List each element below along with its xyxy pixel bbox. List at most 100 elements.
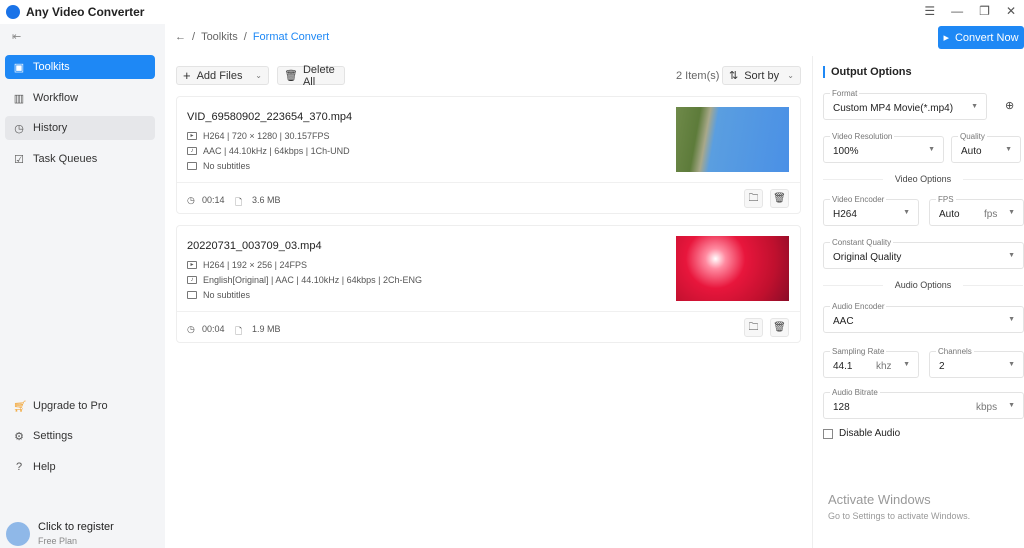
disable-audio-checkbox[interactable]: Disable Audio (823, 428, 900, 439)
minimize-icon[interactable]: — (951, 4, 963, 18)
sidebar-item-help[interactable]: ? Help (5, 455, 155, 479)
close-icon[interactable]: ✕ (1006, 4, 1016, 18)
breadcrumb-toolkits[interactable]: Toolkits (201, 31, 238, 43)
sidebar-item-workflow[interactable]: ▥ Workflow (5, 86, 155, 110)
nav-label: Upgrade to Pro (33, 400, 108, 412)
field-label: Constant Quality (830, 238, 894, 247)
channels-select[interactable]: Channels 2 ▼ (929, 347, 1024, 378)
video-info: ▸ H264 | 720 × 1280 | 30.157FPS (187, 131, 330, 141)
register-link[interactable]: Click to register (38, 521, 114, 533)
plan-label: Free Plan (38, 536, 78, 546)
nav-label: Task Queues (33, 153, 98, 165)
panel-title: Output Options (823, 66, 912, 78)
breadcrumb: ← / Toolkits / Format Convert (175, 31, 329, 43)
video-thumbnail[interactable] (676, 236, 789, 301)
history-icon: ◷ (14, 122, 24, 135)
file-size: 3.6 MB (252, 195, 281, 205)
field-label: Sampling Rate (830, 347, 887, 356)
sort-label: Sort by (744, 69, 780, 82)
nav-label: Toolkits (33, 61, 70, 73)
sort-by-button[interactable]: ⇅ Sort by ⌄ (722, 66, 801, 85)
task-queue-icon: ☑ (14, 153, 24, 166)
file-card[interactable]: VID_69580902_223654_370.mp4 ▸ H264 | 720 … (176, 96, 801, 214)
field-label: Audio Encoder (830, 302, 887, 311)
video-info-text: H264 | 720 × 1280 | 30.157FPS (203, 131, 330, 141)
file-name: VID_69580902_223654_370.mp4 (187, 111, 353, 123)
delete-file-button[interactable]: 🗑︎ (770, 318, 789, 337)
delete-file-button[interactable]: 🗑︎ (770, 189, 789, 208)
subtitle-text: No subtitles (203, 290, 251, 300)
restore-icon[interactable]: ❐ (979, 4, 990, 18)
gear-icon: ⚙ (14, 430, 24, 443)
audio-options-heading: Audio Options (823, 280, 1023, 290)
checkbox-box[interactable] (823, 428, 833, 439)
audio-bitrate-select[interactable]: Audio Bitrate 128 kbps ▼ (823, 388, 1024, 419)
breadcrumb-sep: / (192, 31, 196, 43)
format-settings-icon[interactable]: ⊕ (1005, 99, 1014, 112)
field-value: 44.1 (833, 361, 853, 372)
add-files-label: Add Files (196, 69, 243, 82)
open-folder-button[interactable]: 🗀 (744, 318, 763, 337)
chevron-down-icon[interactable]: ⌄ (255, 71, 262, 80)
delete-all-label: Delete All (302, 63, 335, 88)
field-value: 128 (833, 402, 850, 413)
nav-label: Workflow (33, 92, 79, 104)
clock-icon: ◷ (187, 324, 195, 334)
sidebar-item-upgrade[interactable]: 🛒︎ Upgrade to Pro (5, 394, 155, 418)
sidebar-item-settings[interactable]: ⚙ Settings (5, 424, 155, 448)
subtitle-info: No subtitles (187, 290, 250, 300)
video-info: ▸ H264 | 192 × 256 | 24FPS (187, 260, 307, 270)
play-icon: ▸ (943, 32, 949, 44)
app-title: Any Video Converter (26, 5, 145, 19)
video-thumbnail[interactable] (676, 107, 789, 172)
field-label: Channels (936, 347, 974, 356)
audio-info-text: English[Original] | AAC | 44.10kHz | 64k… (203, 275, 422, 285)
open-folder-button[interactable]: 🗀 (744, 189, 763, 208)
sampling-rate-select[interactable]: Sampling Rate 44.1 khz ▼ (823, 347, 919, 378)
field-label: Video Resolution (830, 132, 895, 141)
back-arrow-icon[interactable]: ← (175, 31, 186, 43)
audio-icon: ♪ (187, 276, 197, 284)
audio-info: ♪ AAC | 44.10kHz | 64kbps | 1Ch-UND (187, 146, 350, 156)
file-icon: 🗋 (235, 197, 243, 207)
sidebar-item-toolkits[interactable]: ▣ Toolkits (5, 55, 155, 79)
nav-label: Help (33, 461, 56, 473)
user-register[interactable]: Click to register Free Plan (6, 521, 114, 546)
sidebar-item-history[interactable]: ◷ History (5, 116, 155, 140)
subtitle-text: No subtitles (203, 161, 251, 171)
chevron-down-icon: ▼ (1005, 146, 1012, 153)
duration: 00:14 (202, 195, 225, 205)
collapse-sidebar-icon[interactable]: ⇤ (12, 30, 21, 43)
avatar (6, 521, 30, 546)
file-card[interactable]: 20220731_003709_03.mp4 ▸ H264 | 192 × 256… (176, 225, 801, 343)
convert-now-button[interactable]: ▸ Convert Now (938, 26, 1024, 49)
video-resolution-select[interactable]: Video Resolution 100% ▼ (823, 132, 944, 163)
field-value: Original Quality (833, 252, 902, 263)
sidebar-item-task-queues[interactable]: ☑ Task Queues (5, 147, 155, 171)
format-select[interactable]: Format Custom MP4 Movie(*.mp4) ▼ (823, 89, 987, 120)
nav-label: Settings (33, 430, 73, 442)
field-value: Auto (961, 146, 982, 157)
chevron-down-icon: ▼ (1008, 402, 1015, 409)
delete-all-button[interactable]: 🗑︎ Delete All (277, 63, 345, 88)
subtitle-icon (187, 162, 197, 170)
field-value: H264 (833, 209, 857, 220)
fps-select[interactable]: FPS Auto fps ▼ (929, 195, 1024, 226)
title-bar: Any Video Converter ☰ — ❐ ✕ (0, 0, 1024, 24)
quality-select[interactable]: Quality Auto ▼ (951, 132, 1021, 163)
chevron-down-icon: ▼ (1008, 209, 1015, 216)
chevron-down-icon: ▼ (1008, 316, 1015, 323)
field-label: FPS (936, 195, 956, 204)
add-files-button[interactable]: + Add Files ⌄ (176, 66, 269, 85)
file-toolbar: + Add Files ⌄ 🗑︎ Delete All 2 Item(s) ⇅ Sort… (176, 63, 812, 88)
field-value: Custom MP4 Movie(*.mp4) (833, 103, 954, 114)
convert-label: Convert Now (954, 31, 1019, 44)
file-icon: 🗋 (235, 326, 243, 336)
help-icon: ? (15, 461, 23, 473)
video-encoder-select[interactable]: Video Encoder H264 ▼ (823, 195, 919, 226)
field-value: Auto (939, 209, 960, 220)
audio-encoder-select[interactable]: Audio Encoder AAC ▼ (823, 302, 1024, 333)
clock-icon: ◷ (187, 195, 195, 205)
menu-icon[interactable]: ☰ (924, 4, 935, 18)
constant-quality-select[interactable]: Constant Quality Original Quality ▼ (823, 238, 1024, 269)
